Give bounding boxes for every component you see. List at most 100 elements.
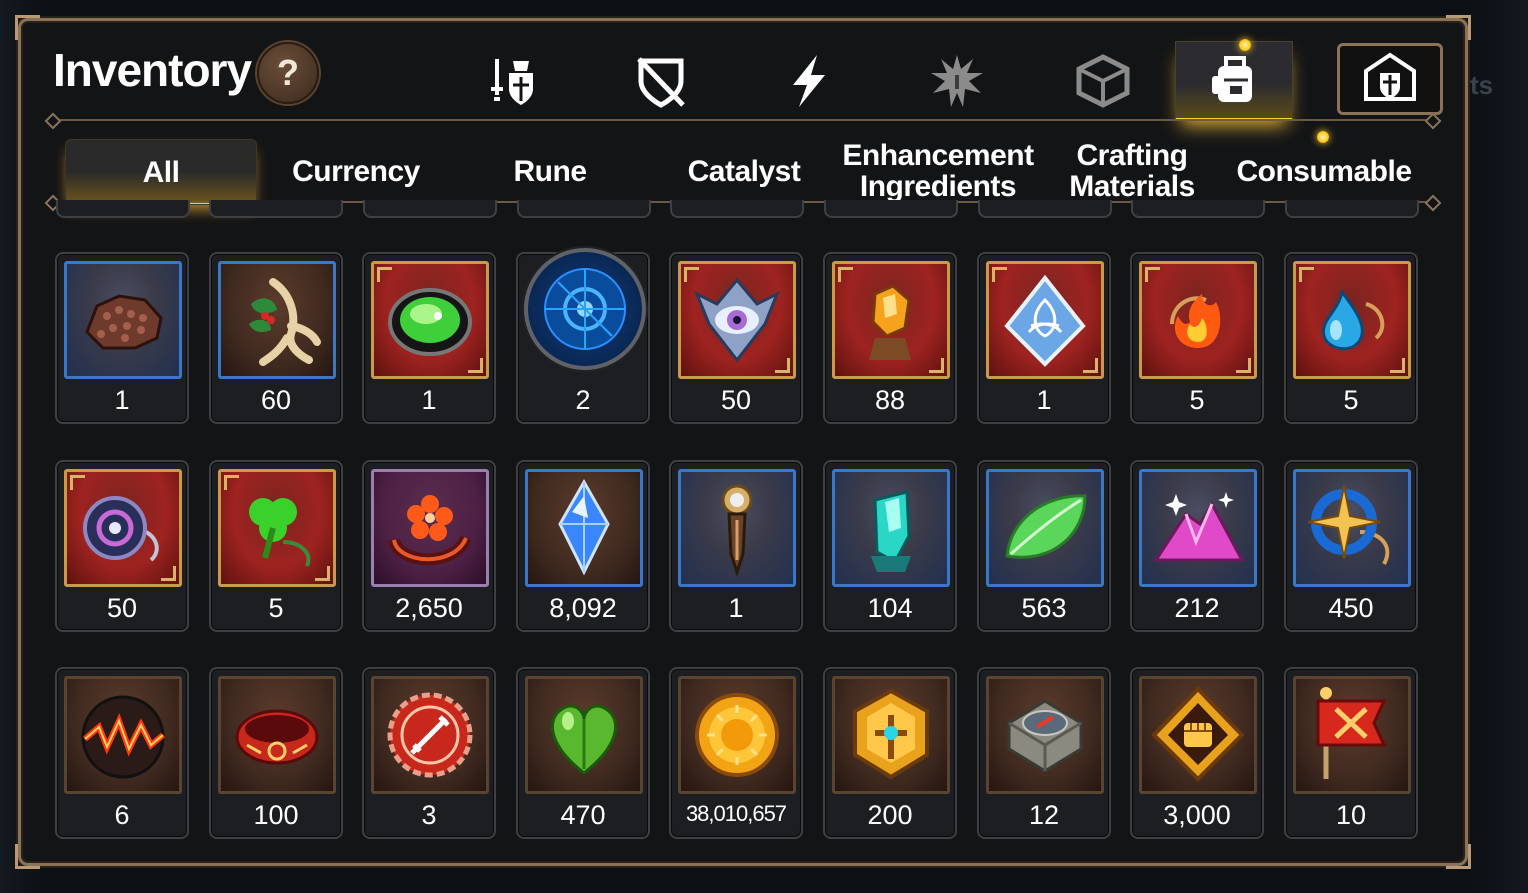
inventory-slot[interactable]: 2 — [516, 248, 650, 424]
header-divider — [51, 119, 1435, 121]
item-quantity: 450 — [1328, 593, 1374, 623]
splash-icon — [931, 55, 983, 107]
subtab-crafting-materials[interactable]: Crafting Materials — [1037, 139, 1227, 203]
green-gem-icon — [388, 288, 472, 356]
frame-corner — [15, 844, 40, 869]
notification-dot — [1239, 39, 1251, 51]
inventory-slot[interactable]: 1 — [669, 460, 803, 632]
slot-remnant — [824, 200, 958, 218]
teal-crystal-icon — [871, 490, 911, 572]
inventory-slot[interactable]: 100 — [209, 667, 343, 839]
equipment-icon — [491, 59, 533, 105]
tab-armor[interactable] — [609, 45, 713, 117]
compass-key-icon — [721, 484, 753, 577]
eye-crest-icon — [694, 277, 780, 363]
inventory-slot[interactable]: 1 — [362, 252, 496, 424]
item-quantity: 2,650 — [395, 593, 463, 623]
slot-remnant — [670, 200, 804, 218]
tab-effects[interactable] — [905, 45, 1009, 117]
frame-corner — [1446, 844, 1471, 869]
subtab-consumable[interactable]: Consumable — [1229, 139, 1419, 203]
war-banner-icon — [1316, 687, 1387, 779]
subtab-enhancement-ingredients[interactable]: Enhancement Ingredients — [842, 139, 1034, 203]
inventory-slot[interactable]: 200 — [823, 667, 957, 839]
item-quantity: 2 — [575, 385, 591, 415]
inventory-slot[interactable]: 6 — [55, 667, 189, 839]
inventory-slot[interactable]: 88 — [823, 252, 957, 424]
inventory-slot[interactable]: 12 — [977, 667, 1111, 839]
inventory-slot[interactable]: 60 — [209, 252, 343, 424]
lava-orb-icon — [81, 695, 165, 779]
lightning-icon — [793, 55, 825, 107]
green-heart-icon — [550, 704, 618, 775]
tab-skill[interactable] — [757, 45, 861, 117]
inventory-slot[interactable]: 38,010,657 — [669, 667, 803, 839]
item-quantity: 50 — [720, 385, 752, 415]
inventory-slot[interactable]: 1 — [55, 252, 189, 424]
inventory-slot[interactable]: 470 — [516, 667, 650, 839]
inventory-slot[interactable]: 563 — [977, 460, 1111, 632]
item-quantity: 5 — [268, 593, 284, 623]
rune-cube-icon — [1076, 54, 1130, 108]
tab-equipment[interactable] — [461, 45, 565, 117]
subtab-catalyst[interactable]: Catalyst — [649, 139, 839, 203]
item-quantity: 5 — [1189, 385, 1205, 415]
pink-ore-icon — [1153, 492, 1245, 562]
inventory-slot[interactable]: 212 — [1130, 460, 1264, 632]
item-quantity: 10 — [1335, 800, 1367, 830]
amber-crystal-icon — [869, 284, 911, 360]
inventory-slot[interactable]: 10 — [1284, 667, 1418, 839]
blue-crystal-icon — [558, 478, 610, 576]
tab-inventory-bag[interactable] — [1175, 41, 1293, 121]
ginseng-root-icon — [249, 278, 321, 366]
tab-rune-cube[interactable] — [1051, 45, 1155, 117]
item-quantity: 3 — [421, 800, 437, 830]
inventory-slot[interactable]: 8,092 — [516, 460, 650, 632]
item-quantity: 1 — [1036, 385, 1052, 415]
gold-emblem-icon — [853, 688, 929, 780]
green-leaf-icon — [1005, 494, 1087, 559]
help-button[interactable]: ? — [257, 42, 319, 104]
item-quantity: 60 — [260, 385, 292, 415]
item-quantity: 50 — [106, 593, 138, 623]
item-quantity: 1 — [728, 593, 744, 623]
broken-shield-icon — [637, 57, 685, 108]
subtab-currency[interactable]: Currency — [261, 139, 451, 203]
inventory-slot[interactable]: 50 — [669, 252, 803, 424]
inventory-slot[interactable]: 450 — [1284, 460, 1418, 632]
water-pendant-icon — [1321, 288, 1385, 351]
guild-shield-icon — [1364, 52, 1416, 101]
item-quantity: 1 — [421, 385, 437, 415]
gold-sun-coin-icon — [695, 693, 779, 777]
clover-pendant-icon — [249, 498, 311, 567]
inventory-slot[interactable]: 1 — [977, 252, 1111, 424]
item-quantity: 5 — [1343, 385, 1359, 415]
item-quantity: 104 — [867, 593, 913, 623]
inventory-slot[interactable]: 3 — [362, 667, 496, 839]
subtab-rune[interactable]: Rune — [455, 139, 645, 203]
inventory-slot[interactable]: 5 — [209, 460, 343, 632]
blue-rune-orb-icon — [544, 268, 626, 350]
backpack-icon — [1212, 56, 1252, 102]
item-quantity: 1 — [114, 385, 130, 415]
inventory-slot[interactable]: 2,650 — [362, 460, 496, 632]
triquetra-crystal-icon — [1004, 274, 1086, 367]
inventory-slot[interactable]: 5 — [1130, 252, 1264, 424]
inventory-slot[interactable]: 50 — [55, 460, 189, 632]
tab-guild[interactable] — [1337, 43, 1443, 115]
item-quantity: 38,010,657 — [685, 801, 787, 826]
fire-pendant-icon — [1170, 294, 1221, 348]
slot-remnant — [978, 200, 1112, 218]
fist-badge-icon — [1151, 686, 1245, 782]
rune-bracelet-icon — [235, 709, 319, 765]
stone-compass-icon — [1007, 699, 1083, 773]
eye-pendant-icon — [83, 496, 159, 562]
item-quantity: 3,000 — [1163, 800, 1231, 830]
background-text-fragment: ts — [1470, 70, 1494, 100]
item-quantity: 563 — [1021, 593, 1067, 623]
inventory-slot[interactable]: 104 — [823, 460, 957, 632]
inventory-slot[interactable]: 3,000 — [1130, 667, 1264, 839]
inventory-slot[interactable]: 5 — [1284, 252, 1418, 424]
subtab-all[interactable]: All — [65, 139, 257, 205]
frame-corner — [15, 15, 40, 40]
